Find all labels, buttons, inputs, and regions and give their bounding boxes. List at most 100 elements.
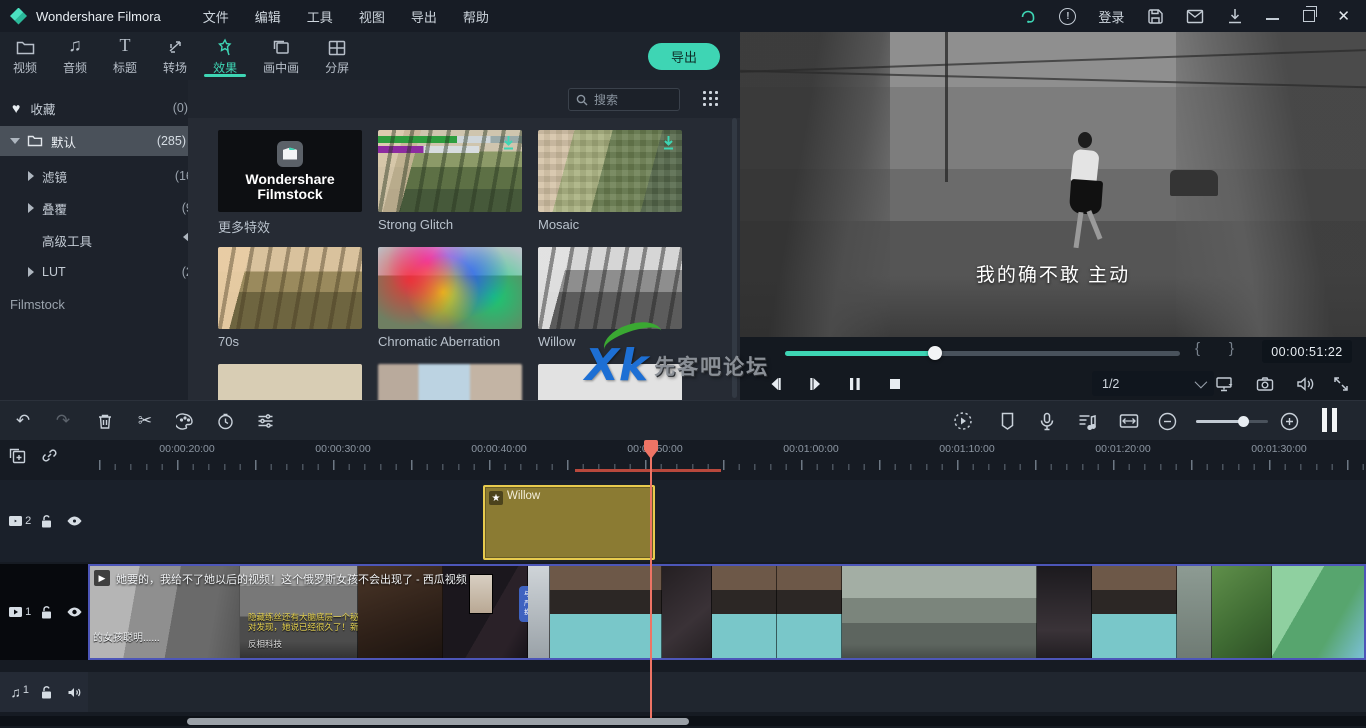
brand-line: Wondershare bbox=[245, 172, 334, 187]
playback-progress-bar[interactable] bbox=[785, 351, 1180, 356]
sidebar-item-overlays[interactable]: 叠覆 (90) bbox=[0, 194, 216, 222]
heart-icon: ♥ bbox=[12, 100, 20, 116]
support-headset-icon[interactable] bbox=[1019, 7, 1037, 25]
progress-fill bbox=[785, 351, 935, 356]
minimize-button[interactable] bbox=[1266, 12, 1279, 20]
zoom-out-icon[interactable] bbox=[1156, 410, 1178, 432]
previous-frame-button[interactable] bbox=[760, 372, 790, 396]
timeline-zoom-slider[interactable] bbox=[1196, 420, 1268, 423]
timeline-ruler[interactable]: 00:00:20:00 00:00:30:00 00:00:40:00 00:0… bbox=[0, 440, 1366, 472]
preview-video[interactable]: 我的确不敢 主动 bbox=[740, 32, 1366, 337]
tab-pip[interactable]: 画中画 bbox=[250, 32, 312, 80]
voiceover-mic-icon[interactable] bbox=[1036, 410, 1058, 432]
split-scissors-icon[interactable]: ✂ bbox=[134, 410, 156, 432]
vertical-bars-icon[interactable] bbox=[1318, 409, 1340, 431]
effect-card-mosaic[interactable]: Mosaic bbox=[538, 130, 682, 232]
eye-icon[interactable] bbox=[61, 515, 88, 527]
tab-transitions[interactable]: 转场 bbox=[150, 32, 200, 80]
save-icon[interactable] bbox=[1146, 7, 1164, 25]
menu-file[interactable]: 文件 bbox=[203, 7, 229, 26]
audio-mixer-icon[interactable] bbox=[1076, 410, 1098, 432]
tab-titles[interactable]: T 标题 bbox=[100, 32, 150, 80]
effect-card-partial[interactable] bbox=[378, 364, 522, 400]
sidebar-item-filmstock[interactable]: Filmstock bbox=[0, 290, 198, 318]
export-button[interactable]: 导出 bbox=[648, 43, 720, 70]
display-device-icon[interactable] bbox=[1212, 371, 1238, 396]
effect-card-willow[interactable]: Willow bbox=[538, 247, 682, 349]
clip-name: Willow bbox=[507, 490, 540, 502]
lock-icon[interactable] bbox=[33, 514, 60, 529]
tab-video[interactable]: 视频 bbox=[0, 32, 50, 80]
speaker-icon[interactable] bbox=[1292, 371, 1318, 396]
picture-in-picture-icon bbox=[272, 37, 291, 56]
menu-export[interactable]: 导出 bbox=[411, 7, 437, 26]
effect-card-partial[interactable] bbox=[538, 364, 682, 400]
audio-track-header: ♫1 bbox=[0, 672, 88, 712]
folder-icon bbox=[27, 134, 43, 148]
delete-trash-icon[interactable] bbox=[94, 410, 116, 432]
redo-icon[interactable]: ↷ bbox=[52, 410, 74, 432]
login-button[interactable]: 登录 bbox=[1098, 7, 1124, 26]
info-icon[interactable]: ! bbox=[1059, 8, 1076, 25]
sidebar-item-default[interactable]: 默认 (285) bbox=[0, 126, 198, 156]
menu-edit[interactable]: 编辑 bbox=[255, 7, 281, 26]
effect-card-label: 更多特效 bbox=[218, 217, 362, 236]
effect-card-partial[interactable] bbox=[218, 364, 362, 400]
sidebar-item-favorites[interactable]: ♥ 收藏 (0) bbox=[0, 94, 200, 122]
stop-button[interactable] bbox=[880, 372, 910, 396]
effect-thumbnail bbox=[218, 247, 362, 329]
mail-icon[interactable] bbox=[1186, 7, 1204, 25]
tab-effects[interactable]: 效果 bbox=[200, 32, 250, 80]
sidebar-label: Filmstock bbox=[10, 297, 65, 312]
zoom-slider-thumb[interactable] bbox=[1238, 416, 1249, 427]
effect-thumbnail bbox=[378, 130, 522, 212]
effect-card-70s[interactable]: 70s bbox=[218, 247, 362, 349]
play-next-frame-button[interactable] bbox=[800, 372, 830, 396]
effect-thumbnail bbox=[538, 130, 682, 212]
marker-icon[interactable] bbox=[996, 410, 1018, 432]
effect-card-chromatic-aberration[interactable]: Chromatic Aberration bbox=[378, 247, 522, 349]
restore-window-button[interactable] bbox=[1301, 10, 1315, 22]
sidebar-item-filters[interactable]: 滤镜 (160) bbox=[0, 162, 216, 190]
speed-clock-icon[interactable] bbox=[214, 410, 236, 432]
add-to-timeline-icon[interactable] bbox=[6, 444, 28, 466]
tab-splitscreen[interactable]: 分屏 bbox=[312, 32, 362, 80]
lock-icon[interactable] bbox=[33, 685, 60, 700]
link-icon[interactable] bbox=[38, 444, 60, 466]
horizontal-scrollbar-thumb[interactable] bbox=[187, 718, 689, 725]
close-button[interactable]: ✕ bbox=[1337, 7, 1350, 25]
effect-card-filmstock[interactable]: Wondershare Filmstock 更多特效 bbox=[218, 130, 362, 236]
undo-icon[interactable]: ↶ bbox=[12, 410, 34, 432]
mark-in-button[interactable]: { bbox=[1195, 340, 1200, 357]
pause-button[interactable] bbox=[840, 372, 870, 396]
download-arrow-icon bbox=[662, 135, 675, 150]
video-track-icon: 2 bbox=[6, 515, 33, 527]
tab-audio[interactable]: ♫ 音频 bbox=[50, 32, 100, 80]
mark-out-button[interactable]: } bbox=[1229, 340, 1234, 357]
ruler-ticks bbox=[88, 440, 1366, 472]
preview-zoom-select[interactable]: 1/2 bbox=[1092, 371, 1214, 396]
sidebar-item-lut[interactable]: LUT (26) bbox=[0, 258, 216, 286]
eye-icon[interactable] bbox=[61, 606, 88, 618]
menu-help[interactable]: 帮助 bbox=[463, 7, 489, 26]
effect-card-strong-glitch[interactable]: Strong Glitch bbox=[378, 130, 522, 232]
download-icon[interactable] bbox=[1226, 7, 1244, 25]
fullscreen-icon[interactable] bbox=[1328, 371, 1354, 396]
fit-timeline-icon[interactable] bbox=[1118, 410, 1140, 432]
search-input[interactable]: 搜索 bbox=[568, 88, 680, 111]
adjust-sliders-icon[interactable] bbox=[254, 410, 276, 432]
menu-tools[interactable]: 工具 bbox=[307, 7, 333, 26]
color-palette-icon[interactable] bbox=[174, 410, 196, 432]
grid-view-icon[interactable] bbox=[703, 91, 718, 106]
zoom-in-icon[interactable] bbox=[1278, 410, 1300, 432]
library-scrollbar[interactable] bbox=[732, 118, 737, 398]
progress-thumb[interactable] bbox=[928, 346, 942, 360]
render-preview-icon[interactable] bbox=[952, 410, 974, 432]
effect-clip-willow[interactable]: ★ Willow bbox=[483, 485, 655, 560]
snapshot-camera-icon[interactable] bbox=[1252, 371, 1278, 396]
video-clip-filmstrip[interactable]: 的女孩聪明...... 隐藏练丝还有大脑底层一个秘密了对发现，她说已经很久了！新… bbox=[88, 564, 1366, 660]
menu-view[interactable]: 视图 bbox=[359, 7, 385, 26]
lock-icon[interactable] bbox=[33, 605, 60, 620]
speaker-small-icon[interactable] bbox=[61, 686, 88, 699]
track-number: 1 bbox=[23, 684, 29, 700]
